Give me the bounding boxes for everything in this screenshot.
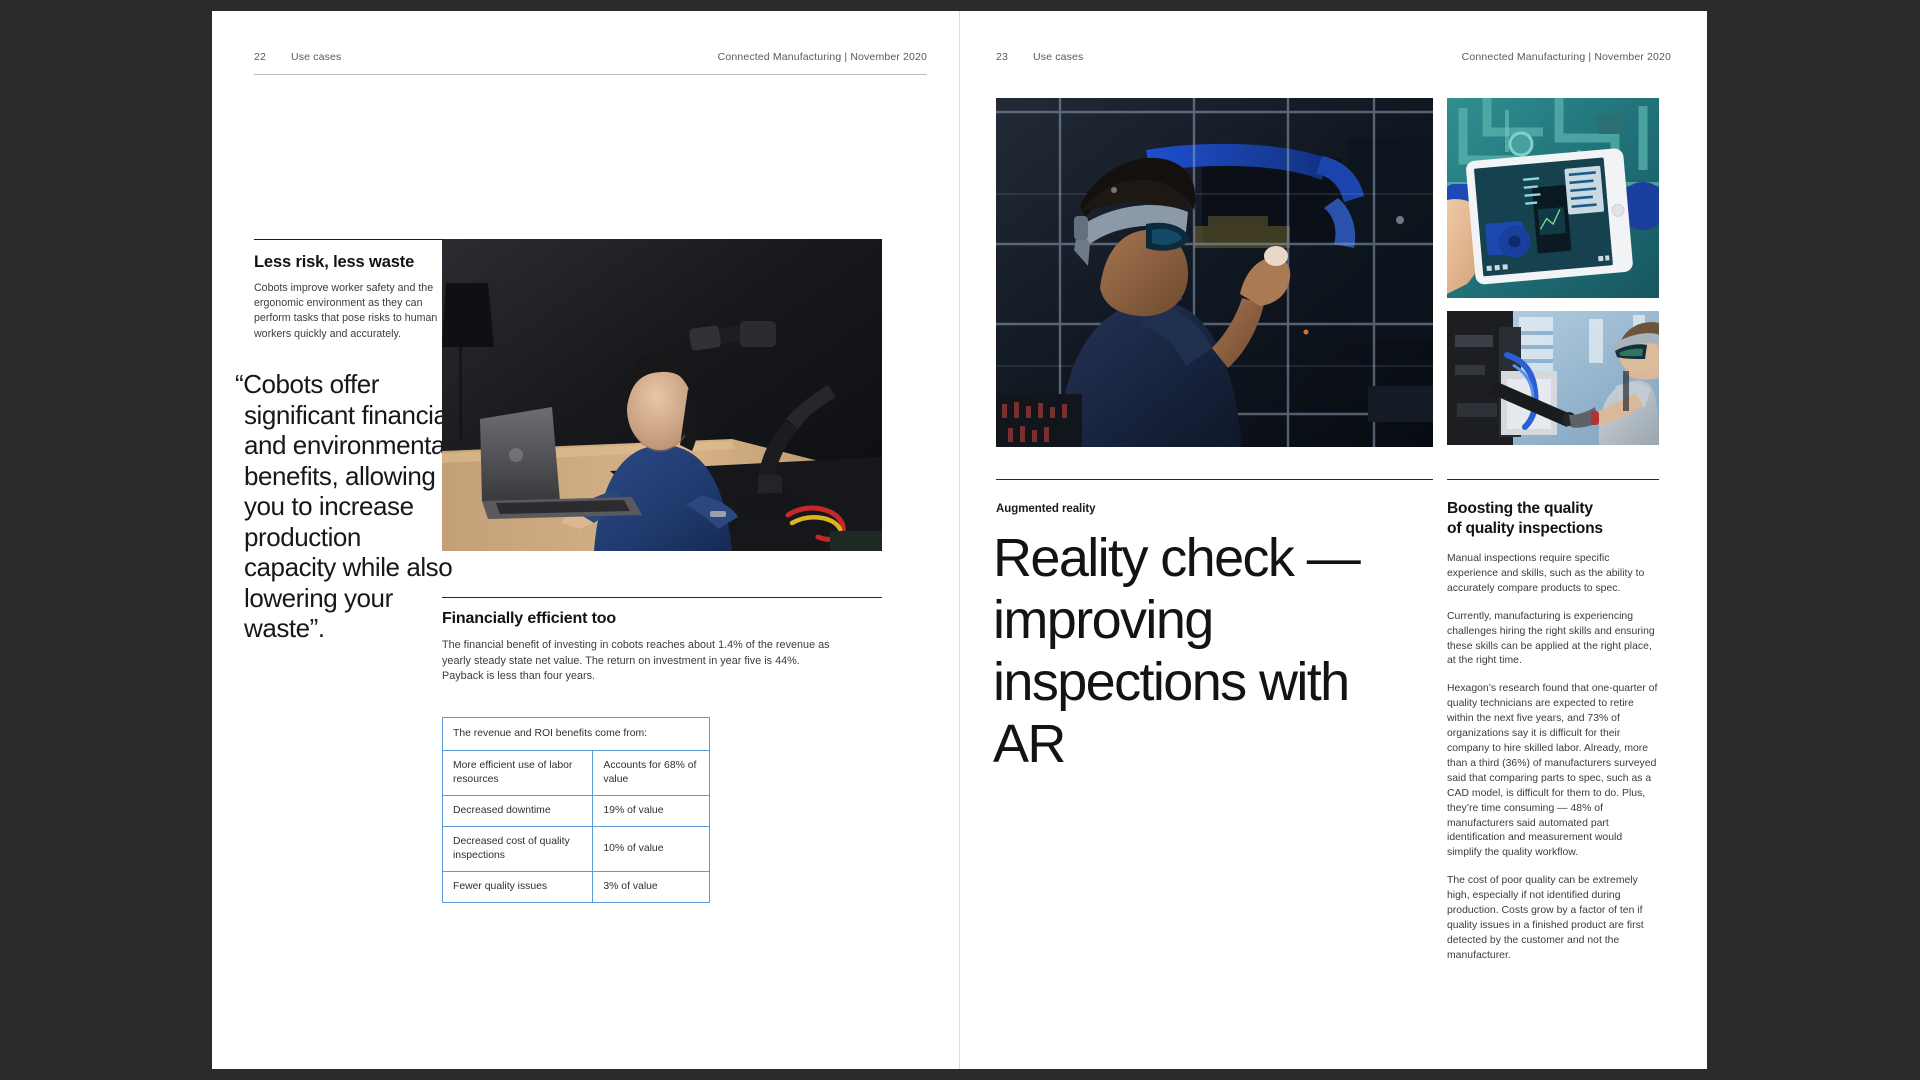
table-cell-label: Decreased downtime <box>441 795 594 827</box>
financially-efficient-block: Financially efficient too The financial … <box>442 597 882 685</box>
rule-under-side-photos <box>1447 479 1659 480</box>
photo-tablet-artwork <box>1447 98 1659 298</box>
photo-ar-headset-worker <box>996 98 1433 447</box>
photo-ar-headset-artwork <box>996 98 1433 447</box>
kicker-augmented-reality: Augmented reality <box>996 503 1096 515</box>
table-cell-value: Accounts for 68% of value <box>592 750 710 796</box>
running-head-publication-left: Connected Manufacturing | November 2020 <box>717 51 927 63</box>
column-paragraph-1: Manual inspections require specific expe… <box>1447 553 1645 594</box>
running-head-section-left: Use cases <box>291 51 342 63</box>
rule-under-main-photo <box>996 479 1433 480</box>
roi-benefits-table: The revenue and ROI benefits come from: … <box>441 717 710 903</box>
display-title: Reality check — improving inspections wi… <box>993 528 1361 774</box>
page-right: 23 Use cases Connected Manufacturing | N… <box>960 11 1707 1069</box>
running-head-section-right: Use cases <box>1033 51 1084 63</box>
photo-tablet-ar-overlay <box>1447 98 1659 298</box>
header-rule-left <box>254 74 927 75</box>
magazine-spread: 22 Use cases Connected Manufacturing | N… <box>212 11 1707 1069</box>
subhead-financially-efficient: Financially efficient too <box>442 610 617 627</box>
table-cell-label: More efficient use of labor resources <box>441 750 594 796</box>
table-row: Decreased downtime 19% of value <box>441 795 710 827</box>
finance-rule <box>442 597 882 598</box>
subhead-line-1: Boosting the quality <box>1447 500 1593 517</box>
table-row: More efficient use of labor resources Ac… <box>441 750 710 796</box>
section-rule <box>254 239 449 240</box>
table-row: Decreased cost of quality inspections 10… <box>441 826 710 872</box>
photo-cobot-workstation <box>442 239 882 551</box>
column-paragraph-2: Currently, manufacturing is experiencing… <box>1447 610 1655 667</box>
subhead-boosting-quality: Boosting the quality of quality inspecti… <box>1447 499 1659 539</box>
photo-technician-artwork <box>1447 311 1659 445</box>
table-cell-label: Fewer quality issues <box>441 871 594 903</box>
right-text-column: Boosting the quality of quality inspecti… <box>1447 499 1659 964</box>
subhead-line-2: of quality inspections <box>1447 520 1603 537</box>
intro-paragraph: Cobots improve worker safety and the erg… <box>254 282 438 340</box>
pull-quote: “Cobots offer significant financial and … <box>235 369 453 643</box>
table-cell-label: Decreased cost of quality inspections <box>441 826 594 872</box>
page-left: 22 Use cases Connected Manufacturing | N… <box>212 11 960 1069</box>
table-header-cell: The revenue and ROI benefits come from: <box>442 717 710 751</box>
table-cell-value: 19% of value <box>592 795 710 827</box>
table-row: Fewer quality issues 3% of value <box>441 871 710 903</box>
photo-cobot-artwork <box>442 239 882 551</box>
column-paragraph-3: Hexagon’s research found that one-quarte… <box>1447 683 1658 859</box>
subhead-less-risk: Less risk, less waste <box>254 253 415 271</box>
page-folio-right: 23 <box>996 51 1008 63</box>
page-folio-left: 22 <box>254 51 266 63</box>
photo-technician-ar <box>1447 311 1659 445</box>
column-paragraph-4: The cost of poor quality can be extremel… <box>1447 875 1644 961</box>
table-cell-value: 10% of value <box>592 826 710 872</box>
left-text-column: Less risk, less waste Cobots improve wor… <box>254 239 449 342</box>
finance-paragraph: The financial benefit of investing in co… <box>442 639 830 683</box>
table-row-header: The revenue and ROI benefits come from: <box>442 717 710 751</box>
table-cell-value: 3% of value <box>592 871 710 903</box>
running-head-publication-right: Connected Manufacturing | November 2020 <box>1461 51 1671 63</box>
